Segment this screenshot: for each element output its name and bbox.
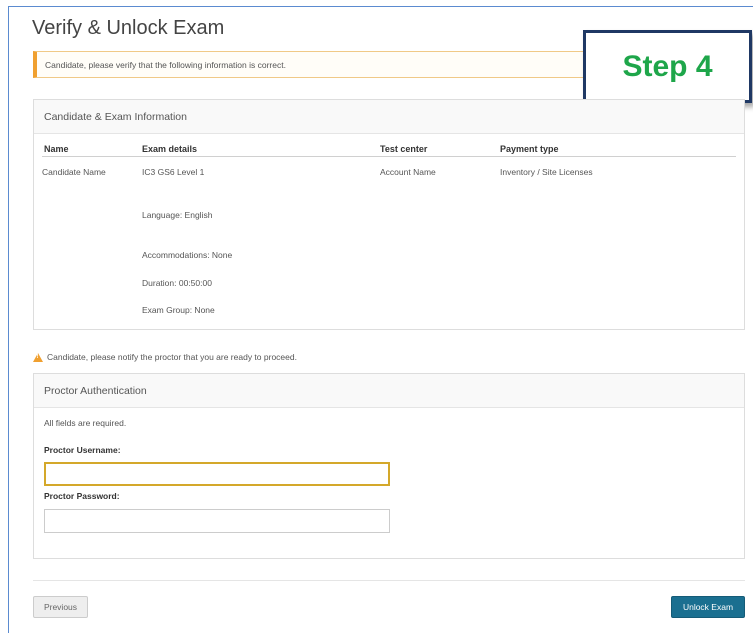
page-title: Verify & Unlock Exam <box>32 17 225 39</box>
exam-duration: Duration: 00:50:00 <box>142 278 212 288</box>
candidate-name: Candidate Name <box>42 167 106 177</box>
header-divider <box>42 156 736 157</box>
footer-divider <box>33 580 745 581</box>
verify-alert: Candidate, please verify that the follow… <box>33 51 593 78</box>
exam-name: IC3 GS6 Level 1 <box>142 167 205 177</box>
required-fields-note: All fields are required. <box>44 418 127 428</box>
proctor-password-input[interactable] <box>44 509 390 533</box>
proctor-auth-panel: Proctor Authentication All fields are re… <box>33 373 745 559</box>
payment-type-value: Inventory / Site Licenses <box>500 167 593 177</box>
step-badge: Step 4 <box>583 30 752 103</box>
auth-panel-heading: Proctor Authentication <box>34 374 744 408</box>
exam-group: Exam Group: None <box>142 305 215 315</box>
proctor-username-input[interactable] <box>44 462 390 486</box>
unlock-exam-button[interactable]: Unlock Exam <box>671 596 745 618</box>
proctor-notice-text: Candidate, please notify the proctor tha… <box>47 352 297 362</box>
previous-button[interactable]: Previous <box>33 596 88 618</box>
column-header-test-center: Test center <box>380 144 428 154</box>
proctor-notice: Candidate, please notify the proctor tha… <box>33 352 297 362</box>
test-center-name: Account Name <box>380 167 436 177</box>
column-header-exam-details: Exam details <box>142 144 198 154</box>
proctor-password-label: Proctor Password: <box>44 491 120 501</box>
exam-language: Language: English <box>142 210 213 220</box>
candidate-exam-info-panel: Candidate & Exam Information Name Exam d… <box>33 99 745 330</box>
info-panel-heading: Candidate & Exam Information <box>34 100 744 134</box>
proctor-username-label: Proctor Username: <box>44 445 121 455</box>
column-header-payment-type: Payment type <box>500 144 559 154</box>
warning-icon <box>33 352 43 362</box>
exam-accommodations: Accommodations: None <box>142 250 233 260</box>
column-header-name: Name <box>44 144 69 154</box>
